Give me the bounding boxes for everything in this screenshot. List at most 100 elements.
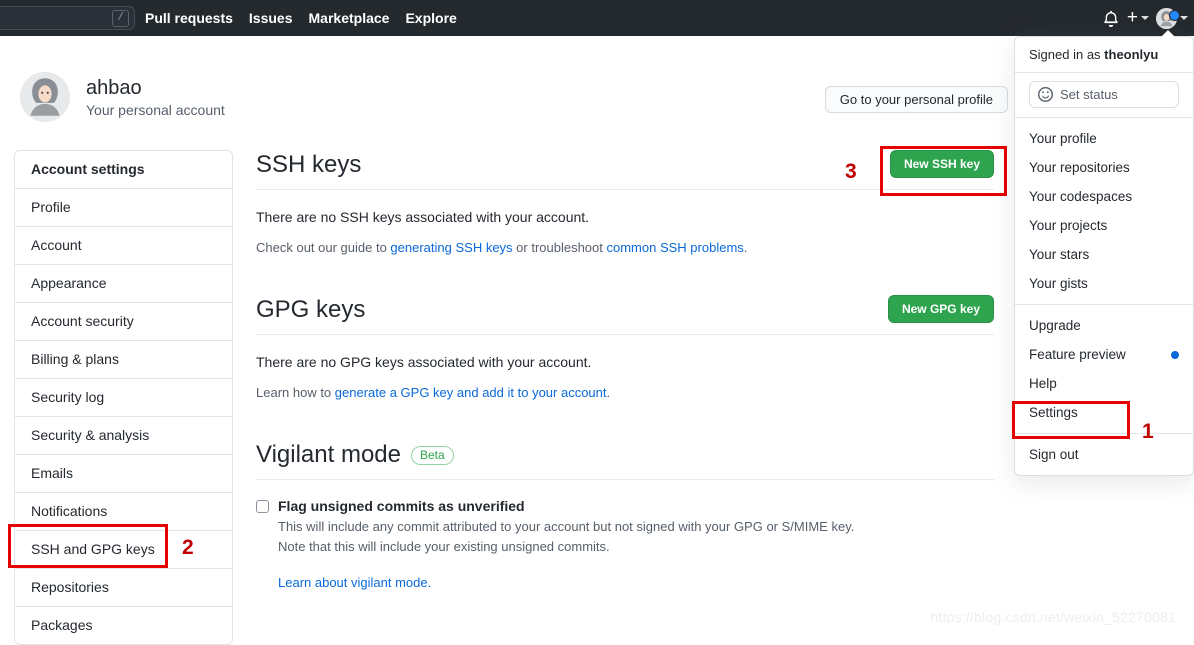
sidebar-item-appearance[interactable]: Appearance — [15, 265, 232, 303]
menu-item-your-codespaces[interactable]: Your codespaces — [1015, 182, 1193, 211]
feature-preview-dot-icon — [1171, 351, 1179, 359]
common-ssh-problems-link[interactable]: common SSH problems — [607, 240, 744, 255]
signed-in-prefix: Signed in as — [1029, 47, 1104, 62]
sidebar-item-account[interactable]: Account — [15, 227, 232, 265]
dropdown-arrow-icon — [1161, 30, 1175, 37]
learn-about-vigilant-mode-link[interactable]: Learn about vigilant mode. — [278, 575, 431, 590]
menu-label: Help — [1029, 374, 1057, 393]
nav-explore[interactable]: Explore — [405, 10, 456, 26]
menu-item-help[interactable]: Help — [1015, 369, 1193, 398]
ssh-keys-title: SSH keys — [256, 150, 361, 180]
account-menu-button[interactable] — [1156, 8, 1188, 29]
vigilant-desc-line-1: This will include any commit attributed … — [278, 517, 854, 538]
menu-label: Your repositories — [1029, 158, 1130, 177]
menu-label: Your codespaces — [1029, 187, 1132, 206]
sidebar-item-security-log[interactable]: Security log — [15, 379, 232, 417]
set-status-button[interactable]: Set status — [1029, 81, 1179, 108]
ssh-keys-section-header: SSH keys New SSH key — [256, 150, 994, 190]
menu-item-settings[interactable]: Settings — [1015, 398, 1193, 427]
profile-header: ahbao Your personal account — [20, 72, 225, 122]
nav-marketplace[interactable]: Marketplace — [309, 10, 390, 26]
ssh-help-prefix: Check out our guide to — [256, 240, 390, 255]
signed-in-as: Signed in as theonlyu — [1015, 37, 1193, 73]
menu-item-sign-out[interactable]: Sign out — [1015, 440, 1193, 469]
vigilant-mode-title: Vigilant mode Beta — [256, 440, 454, 470]
create-new-button[interactable]: + — [1127, 11, 1149, 25]
sidebar-item-account-settings: Account settings — [15, 151, 232, 189]
gpg-keys-title: GPG keys — [256, 295, 365, 325]
menu-item-upgrade[interactable]: Upgrade — [1015, 311, 1193, 340]
vigilant-desc-line-2: Note that this will include your existin… — [278, 537, 854, 558]
dropdown-group-account: Upgrade Feature preview Help Settings — [1015, 305, 1193, 434]
menu-item-feature-preview[interactable]: Feature preview — [1015, 340, 1193, 369]
ssh-keys-empty-text: There are no SSH keys associated with yo… — [256, 207, 994, 228]
header-actions: + — [1102, 0, 1188, 36]
ssh-help-middle: or troubleshoot — [513, 240, 607, 255]
vigilant-mode-checkbox-row: Flag unsigned commits as unverified This… — [256, 498, 994, 559]
beta-badge: Beta — [411, 446, 454, 465]
profile-subtitle: Your personal account — [86, 102, 225, 118]
generating-ssh-keys-link[interactable]: generating SSH keys — [390, 240, 512, 255]
sidebar-item-notifications[interactable]: Notifications — [15, 493, 232, 531]
gpg-keys-section-header: GPG keys New GPG key — [256, 295, 994, 335]
search-shortcut-badge: / — [112, 10, 129, 27]
vigilant-mode-title-text: Vigilant mode — [256, 441, 401, 468]
menu-label: Your projects — [1029, 216, 1107, 235]
sidebar-item-account-security[interactable]: Account security — [15, 303, 232, 341]
menu-label: Sign out — [1029, 445, 1079, 464]
annotation-number-3: 3 — [845, 160, 857, 184]
dropdown-group-signout: Sign out — [1015, 434, 1193, 475]
dropdown-group-profile: Your profile Your repositories Your code… — [1015, 118, 1193, 305]
set-status-label: Set status — [1060, 87, 1118, 102]
smiley-icon — [1038, 87, 1053, 102]
menu-item-your-repositories[interactable]: Your repositories — [1015, 153, 1193, 182]
new-ssh-key-button[interactable]: New SSH key — [890, 150, 994, 178]
menu-item-your-stars[interactable]: Your stars — [1015, 240, 1193, 269]
menu-label: Feature preview — [1029, 345, 1126, 364]
plus-icon: + — [1127, 11, 1138, 25]
flag-unsigned-commits-checkbox[interactable] — [256, 500, 269, 513]
sidebar-item-ssh-and-gpg-keys[interactable]: SSH and GPG keys — [15, 531, 232, 569]
notifications-bell-icon[interactable] — [1102, 9, 1120, 27]
ssh-keys-help-text: Check out our guide to generating SSH ke… — [256, 238, 994, 259]
annotation-number-2: 2 — [182, 536, 194, 560]
menu-label: Your stars — [1029, 245, 1089, 264]
sidebar-item-repositories[interactable]: Repositories — [15, 569, 232, 607]
menu-label: Upgrade — [1029, 316, 1081, 335]
sidebar-item-emails[interactable]: Emails — [15, 455, 232, 493]
menu-item-your-gists[interactable]: Your gists — [1015, 269, 1193, 298]
set-status-wrapper: Set status — [1015, 73, 1193, 118]
flag-unsigned-commits-label: Flag unsigned commits as unverified — [278, 498, 854, 515]
generate-gpg-key-link[interactable]: generate a GPG key and add it to your ac… — [335, 385, 607, 400]
gpg-help-prefix: Learn how to — [256, 385, 335, 400]
gpg-help-suffix: . — [607, 385, 611, 400]
gpg-keys-help-text: Learn how to generate a GPG key and add … — [256, 383, 994, 404]
vigilant-mode-section-header: Vigilant mode Beta — [256, 440, 994, 480]
menu-item-your-profile[interactable]: Your profile — [1015, 124, 1193, 153]
signed-in-username: theonlyu — [1104, 47, 1158, 62]
go-to-personal-profile-button[interactable]: Go to your personal profile — [825, 86, 1008, 113]
new-gpg-key-button[interactable]: New GPG key — [888, 295, 994, 323]
search-input[interactable]: / — [0, 6, 135, 30]
ssh-help-suffix: . — [744, 240, 748, 255]
nav-issues[interactable]: Issues — [249, 10, 293, 26]
watermark: https://blog.csdn.net/weixin_52270081 — [930, 609, 1176, 625]
sidebar-item-profile[interactable]: Profile — [15, 189, 232, 227]
account-dropdown-menu: Signed in as theonlyu Set status Your pr… — [1014, 36, 1194, 476]
gpg-keys-empty-text: There are no GPG keys associated with yo… — [256, 352, 994, 373]
annotation-number-1: 1 — [1142, 420, 1154, 444]
menu-item-your-projects[interactable]: Your projects — [1015, 211, 1193, 240]
sidebar-item-packages[interactable]: Packages — [15, 607, 232, 644]
avatar-notification-dot — [1169, 10, 1180, 21]
sidebar-item-security-analysis[interactable]: Security & analysis — [15, 417, 232, 455]
nav-pull-requests[interactable]: Pull requests — [145, 10, 233, 26]
settings-sidebar: Account settings Profile Account Appeara… — [14, 150, 233, 645]
sidebar-item-billing-plans[interactable]: Billing & plans — [15, 341, 232, 379]
main-content: SSH keys New SSH key There are no SSH ke… — [256, 150, 994, 592]
chevron-down-icon — [1141, 16, 1149, 20]
menu-label: Your gists — [1029, 274, 1088, 293]
profile-username: ahbao — [86, 76, 225, 101]
menu-label: Settings — [1029, 403, 1078, 422]
menu-label: Your profile — [1029, 129, 1097, 148]
profile-avatar — [20, 72, 70, 122]
